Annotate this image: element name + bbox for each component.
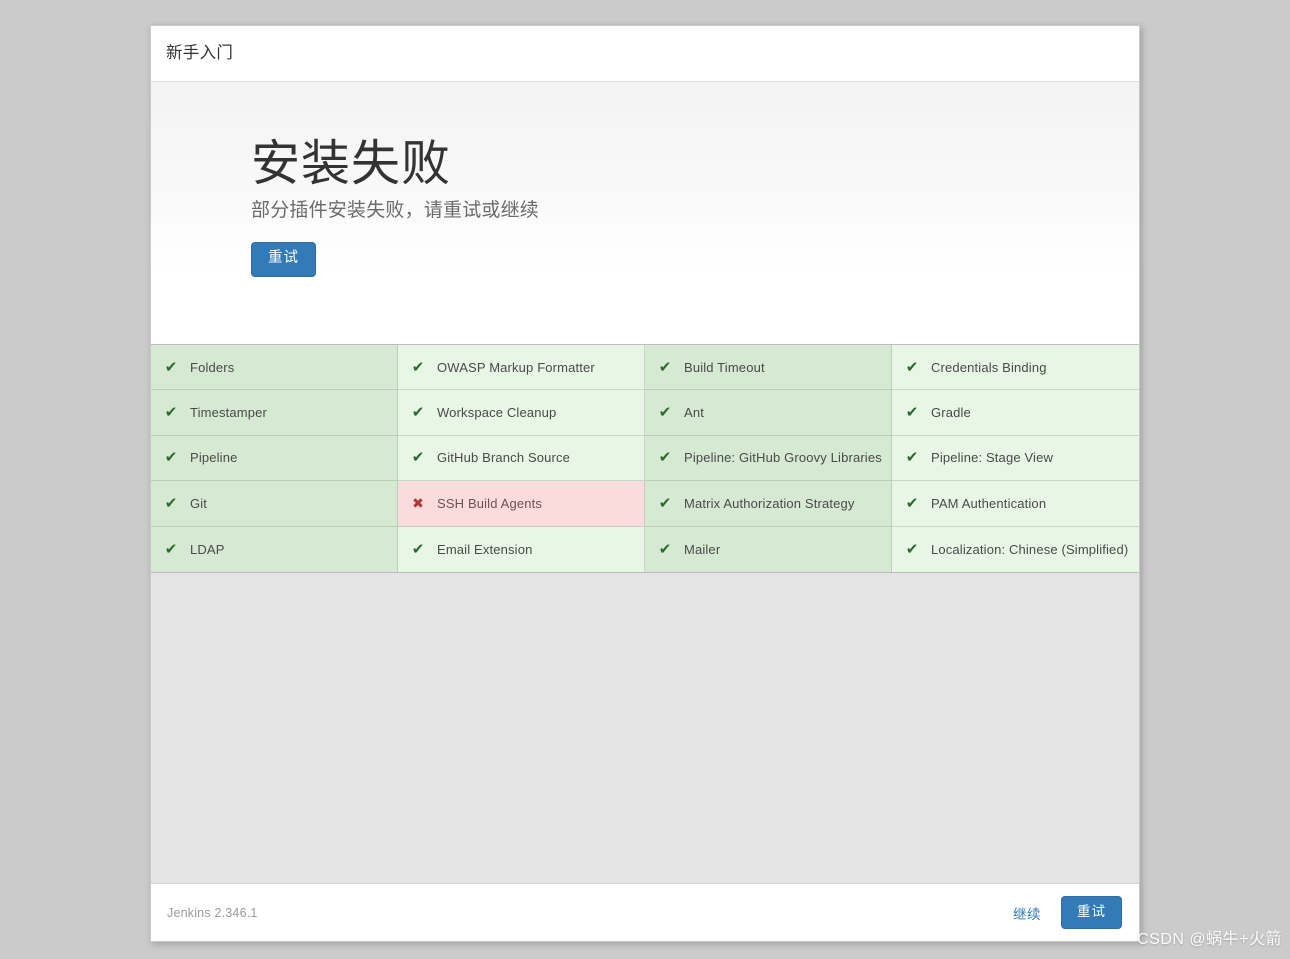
check-icon: ✔ <box>658 449 672 467</box>
plugin-cell: ✔ PAM Authentication <box>892 481 1139 527</box>
plugin-name: Pipeline: GitHub Groovy Libraries <box>684 450 882 466</box>
jenkins-version-label: Jenkins 2.346.1 <box>167 905 258 920</box>
plugin-cell: ✔ Localization: Chinese (Simplified) <box>892 526 1139 572</box>
plugin-cell: ✔ OWASP Markup Formatter <box>398 345 645 391</box>
page-root: 新手入门 安装失败 部分插件安装失败，请重试或继续 重试 ✔ Folders ✔ OW… <box>0 0 1290 959</box>
plugin-name: LDAP <box>190 541 225 557</box>
plugin-cell: ✖ SSH Build Agents <box>398 481 645 527</box>
wizard-body: 安装失败 部分插件安装失败，请重试或继续 重试 ✔ Folders ✔ OWASP M… <box>151 82 1139 883</box>
plugin-name: Matrix Authorization Strategy <box>684 495 855 511</box>
check-icon: ✔ <box>658 358 672 376</box>
plugin-cell: ✔ Matrix Authorization Strategy <box>645 481 892 527</box>
plugin-name: SSH Build Agents <box>437 495 543 511</box>
check-icon: ✔ <box>411 404 425 422</box>
plugin-cell: ✔ Email Extension <box>398 526 645 572</box>
setup-wizard-dialog: 新手入门 安装失败 部分插件安装失败，请重试或继续 重试 ✔ Folders ✔ OW… <box>150 25 1140 942</box>
check-icon: ✔ <box>905 449 919 467</box>
grid-filler-area <box>151 572 1139 883</box>
wizard-header: 新手入门 <box>151 26 1139 82</box>
plugin-cell: ✔ Credentials Binding <box>892 345 1139 391</box>
plugin-name: Mailer <box>684 541 721 557</box>
check-icon: ✔ <box>164 358 178 376</box>
plugin-name: Credentials Binding <box>931 359 1047 375</box>
check-icon: ✔ <box>411 540 425 558</box>
plugin-name: OWASP Markup Formatter <box>437 359 595 375</box>
cross-icon: ✖ <box>412 495 424 512</box>
check-icon: ✔ <box>164 494 178 512</box>
check-icon: ✔ <box>905 540 919 558</box>
plugin-cell: ✔ Gradle <box>892 390 1139 436</box>
plugin-status-grid: ✔ Folders ✔ OWASP Markup Formatter ✔ Build Ti… <box>151 344 1139 573</box>
check-icon: ✔ <box>164 540 178 558</box>
plugin-cell: ✔ Git <box>151 481 398 527</box>
check-icon: ✔ <box>905 494 919 512</box>
check-icon: ✔ <box>164 449 178 467</box>
footer-retry-button[interactable]: 重试 <box>1061 895 1122 930</box>
plugin-cell: ✔ Build Timeout <box>645 345 892 391</box>
plugin-name: Email Extension <box>437 541 533 557</box>
plugin-name: Gradle <box>931 405 971 421</box>
check-icon: ✔ <box>658 404 672 422</box>
plugin-name: PAM Authentication <box>931 495 1047 511</box>
plugin-cell: ✔ Pipeline <box>151 435 398 482</box>
plugin-cell: ✔ Workspace Cleanup <box>398 390 645 436</box>
plugin-name: Localization: Chinese (Simplified) <box>931 541 1129 557</box>
check-icon: ✔ <box>905 358 919 376</box>
hero-title: 安装失败 <box>251 137 452 191</box>
plugin-name: Pipeline <box>190 450 238 466</box>
check-icon: ✔ <box>905 404 919 422</box>
plugin-name: Workspace Cleanup <box>437 405 557 421</box>
plugin-name: Folders <box>190 359 235 375</box>
hero-section: 安装失败 部分插件安装失败，请重试或继续 重试 <box>151 82 1139 344</box>
plugin-name: Pipeline: Stage View <box>931 450 1054 466</box>
plugin-cell: ✔ Pipeline: GitHub Groovy Libraries <box>645 435 892 482</box>
plugin-cell: ✔ Ant <box>645 390 892 436</box>
plugin-name: Timestamper <box>190 405 268 421</box>
plugin-cell: ✔ Timestamper <box>151 390 398 436</box>
continue-link[interactable]: 继续 <box>1013 903 1041 923</box>
plugin-cell: ✔ LDAP <box>151 526 398 572</box>
check-icon: ✔ <box>411 358 425 376</box>
plugin-cell: ✔ Mailer <box>645 526 892 572</box>
check-icon: ✔ <box>658 494 672 512</box>
plugin-name: Build Timeout <box>684 359 765 375</box>
plugin-name: Git <box>190 495 208 511</box>
plugin-cell: ✔ Folders <box>151 345 398 391</box>
plugin-name: Ant <box>684 405 704 421</box>
check-icon: ✔ <box>411 449 425 467</box>
check-icon: ✔ <box>164 404 178 422</box>
hero-retry-button[interactable]: 重试 <box>251 242 316 278</box>
check-icon: ✔ <box>658 540 672 558</box>
plugin-cell: ✔ GitHub Branch Source <box>398 435 645 482</box>
plugin-name: GitHub Branch Source <box>437 450 571 466</box>
csdn-watermark: CSDN @蜗牛+火箭 <box>1137 931 1282 948</box>
wizard-footer: Jenkins 2.346.1 继续 重试 <box>151 883 1139 941</box>
hero-subtitle: 部分插件安装失败，请重试或继续 <box>251 199 540 221</box>
page-title: 新手入门 <box>166 44 234 63</box>
plugin-cell: ✔ Pipeline: Stage View <box>892 435 1139 482</box>
